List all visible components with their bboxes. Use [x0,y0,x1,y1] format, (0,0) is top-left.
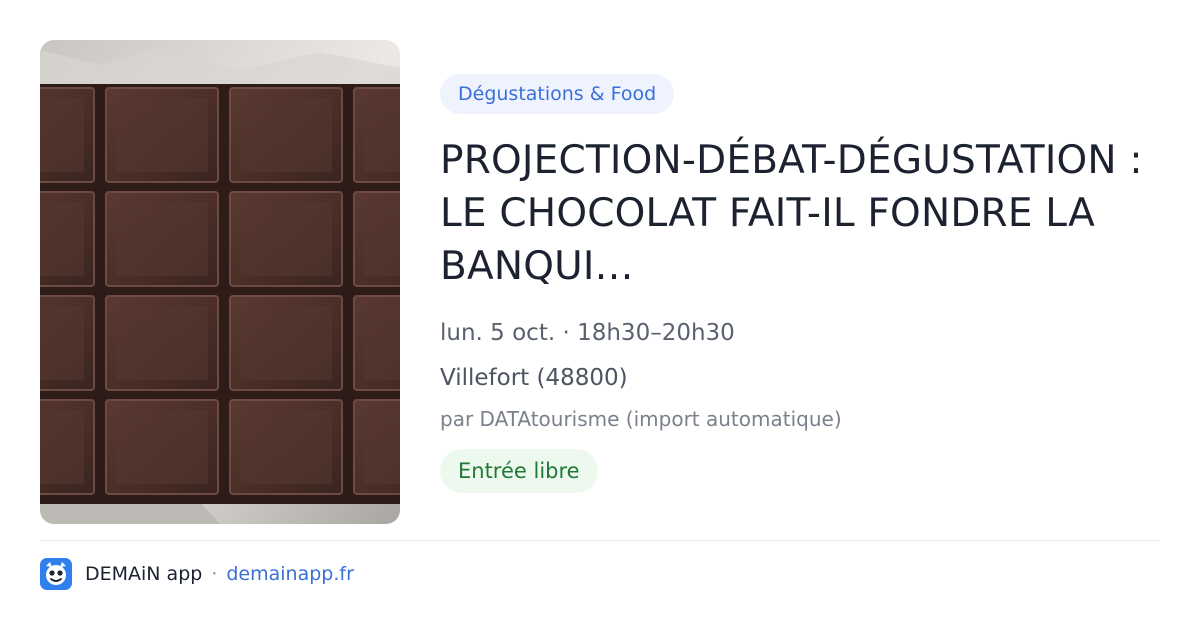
footer-separator: · [211,563,218,585]
footer-divider [40,540,1160,541]
event-location: Villefort (48800) [440,365,628,391]
footer: DEMAiN app · demainapp.fr [40,557,354,591]
event-share-card: Dégustations & Food PROJECTION-DÉBAT-DÉG… [0,0,1200,630]
site-link[interactable]: demainapp.fr [226,563,354,585]
demain-app-logo-icon[interactable] [40,558,72,590]
chocolate-bar-photo [40,40,400,524]
event-details: Dégustations & Food PROJECTION-DÉBAT-DÉG… [440,74,1160,493]
price-badge: Entrée libre [440,449,598,493]
app-name: DEMAiN app [85,563,203,585]
event-image[interactable] [40,40,400,524]
category-tag[interactable]: Dégustations & Food [440,74,675,114]
event-datetime: lun. 5 oct. · 18h30–20h30 [440,320,735,346]
event-title[interactable]: PROJECTION-DÉBAT-DÉGUSTATION : LE CHOCOL… [440,134,1160,293]
event-organizer: par DATAtourisme (import automatique) [440,407,842,431]
